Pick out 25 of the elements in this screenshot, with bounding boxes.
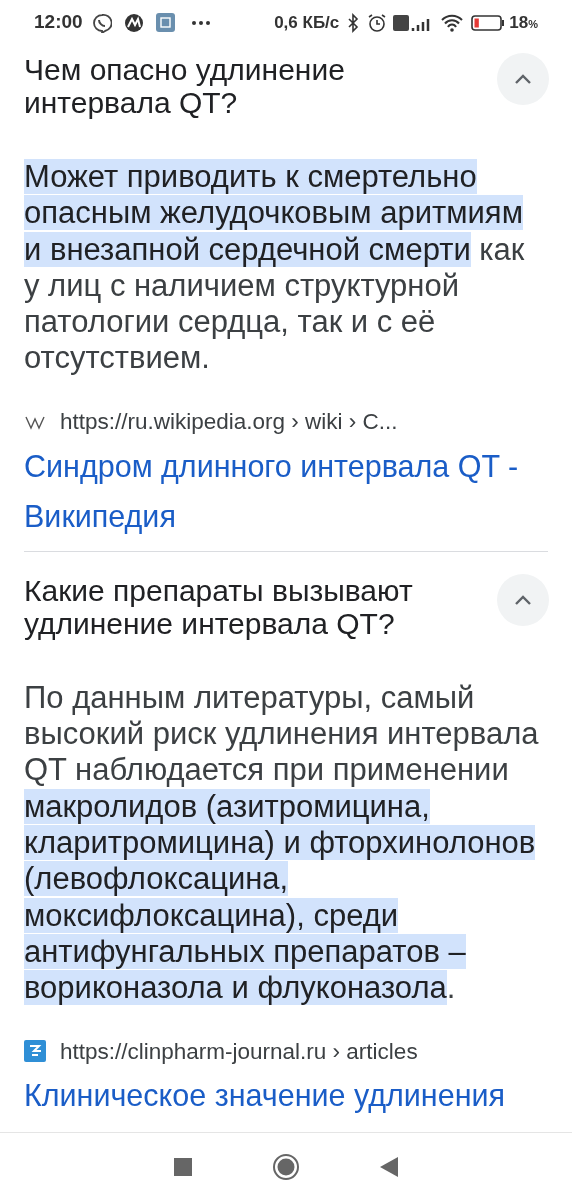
- battery-icon: [471, 14, 506, 31]
- result-title-link[interactable]: Клиническое значение удлинения: [24, 1070, 548, 1121]
- more-icon: [190, 19, 211, 26]
- home-icon[interactable]: [272, 1152, 300, 1181]
- question-title: Чем опасно удлинение интервала QT?: [24, 53, 346, 119]
- question-title: Какие препараты вызывают удлинение интервала QT?: [24, 573, 414, 640]
- toggle-button[interactable]: [497, 53, 549, 105]
- back-icon[interactable]: [380, 1156, 398, 1177]
- source-url[interactable]: https://ru.wikipedia.org › wiki › С...: [60, 404, 398, 439]
- recent-apps-icon[interactable]: [174, 1157, 192, 1176]
- result-title-link[interactable]: Синдром длинного интервала QT - Википедия: [24, 440, 548, 541]
- gallery-icon: [155, 13, 175, 32]
- clock: 12:00: [34, 10, 83, 35]
- source-url[interactable]: https://clinpharm-journal.ru › articles: [60, 1034, 418, 1069]
- bluetooth-icon: [347, 12, 360, 33]
- wifi-icon: [441, 13, 464, 32]
- chevron-icon: [514, 593, 532, 606]
- alarm-icon: [367, 12, 388, 33]
- chevron-icon: [514, 73, 532, 85]
- chat-app-icon: [91, 12, 112, 33]
- answer-text: Может приводить к смертельно опасным желудочковым аритмиям и внезапной сердечной смерти как у лиц с наличием структурной патологии сердца, так и с её отсутствием.: [24, 159, 526, 377]
- site-favicon: [24, 1040, 46, 1063]
- network-speed: 0,6 КБ/с: [274, 11, 340, 34]
- battery-percent: 18%: [509, 11, 538, 34]
- app-logo-icon: [123, 12, 144, 33]
